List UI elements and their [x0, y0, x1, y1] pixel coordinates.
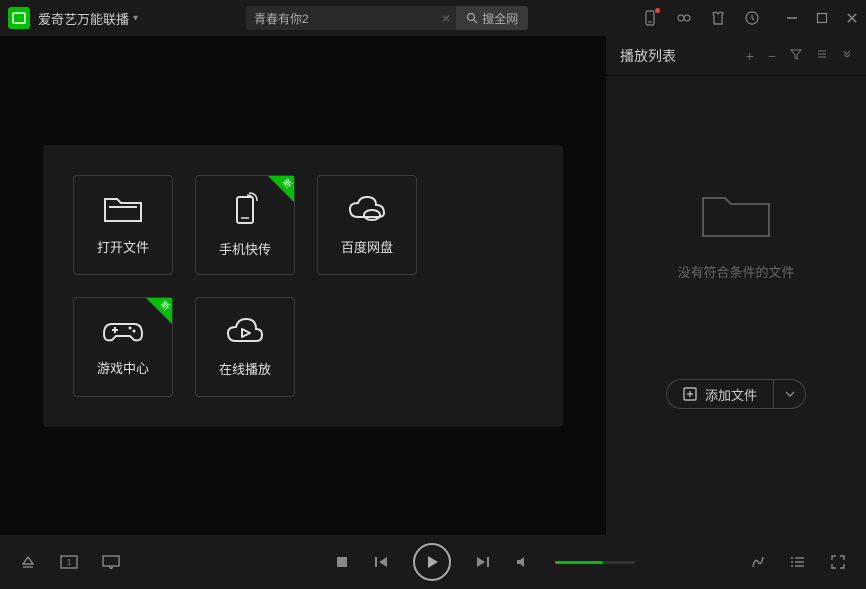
new-badge	[268, 176, 294, 202]
cloud-play-icon	[224, 315, 266, 347]
link-icon[interactable]	[676, 10, 692, 26]
search-input[interactable]	[246, 11, 436, 25]
add-file-button[interactable]: 添加文件	[666, 379, 774, 409]
history-icon[interactable]	[744, 10, 760, 26]
folder-icon	[103, 193, 143, 225]
subtitle-icon[interactable]	[102, 555, 120, 569]
filter-icon[interactable]	[790, 48, 802, 64]
add-file-label: 添加文件	[705, 385, 757, 404]
phone-icon[interactable]	[642, 10, 658, 26]
window-controls	[786, 12, 858, 24]
gamepad-icon	[102, 316, 144, 346]
card-label: 在线播放	[219, 359, 271, 378]
aspect-icon[interactable]: 1	[60, 555, 78, 569]
stop-button[interactable]	[335, 555, 349, 569]
close-button[interactable]	[846, 12, 858, 24]
chevron-down-icon: ▾	[133, 13, 138, 24]
add-icon[interactable]: +	[746, 48, 754, 64]
fullscreen-icon[interactable]	[830, 554, 846, 570]
svg-text:1: 1	[67, 558, 72, 567]
maximize-button[interactable]	[816, 12, 828, 24]
card-label: 游戏中心	[97, 358, 149, 377]
add-file-icon	[683, 387, 697, 401]
shirt-icon[interactable]	[710, 10, 726, 26]
phone-transfer-icon	[227, 191, 263, 227]
card-label: 手机快传	[219, 239, 271, 258]
play-button[interactable]	[413, 543, 451, 581]
search-button-label: 搜全网	[482, 10, 518, 27]
chevron-down-icon	[785, 391, 795, 397]
search-icon	[466, 12, 478, 24]
notification-dot	[655, 8, 660, 13]
titlebar-actions	[642, 10, 760, 26]
sidebar-empty-state: 没有符合条件的文件 添加文件	[606, 76, 866, 535]
add-file-dropdown[interactable]	[774, 379, 806, 409]
eject-icon[interactable]	[20, 554, 36, 570]
main-area: 打开文件 手机快传 百度网盘	[0, 36, 606, 535]
playlist-sidebar: 播放列表 + − 没有符合条件的文件 添加文件	[606, 36, 866, 535]
effects-icon[interactable]	[750, 554, 766, 570]
player-controls: 1	[0, 535, 866, 589]
add-file-control: 添加文件	[666, 379, 806, 409]
remove-icon[interactable]: −	[768, 48, 776, 64]
card-game-center[interactable]: 游戏中心	[73, 297, 173, 397]
cloud-icon	[346, 193, 388, 225]
search-clear-icon[interactable]: ×	[436, 10, 456, 26]
playlist-icon[interactable]	[790, 555, 806, 569]
card-label: 打开文件	[97, 237, 149, 256]
card-baidu-pan[interactable]: 百度网盘	[317, 175, 417, 275]
sidebar-header: 播放列表 + −	[606, 36, 866, 76]
search-container: × 搜全网	[246, 6, 528, 30]
card-panel: 打开文件 手机快传 百度网盘	[43, 145, 563, 427]
minimize-button[interactable]	[786, 12, 798, 24]
sidebar-title: 播放列表	[620, 46, 676, 66]
empty-folder-icon	[697, 186, 775, 244]
search-button[interactable]: 搜全网	[456, 6, 528, 30]
list-icon[interactable]	[816, 48, 828, 64]
card-open-file[interactable]: 打开文件	[73, 175, 173, 275]
titlebar: 爱奇艺万能联播 ▾ × 搜全网	[0, 0, 866, 36]
volume-slider[interactable]	[555, 561, 635, 564]
empty-text: 没有符合条件的文件	[677, 262, 794, 281]
next-button[interactable]	[475, 555, 491, 569]
app-title-text: 爱奇艺万能联播	[38, 9, 129, 28]
card-phone-transfer[interactable]: 手机快传	[195, 175, 295, 275]
card-label: 百度网盘	[341, 237, 393, 256]
volume-icon[interactable]	[515, 555, 531, 569]
app-logo	[8, 7, 30, 29]
collapse-icon[interactable]	[842, 48, 852, 64]
card-online-play[interactable]: 在线播放	[195, 297, 295, 397]
app-title[interactable]: 爱奇艺万能联播 ▾	[38, 9, 138, 28]
new-badge	[146, 298, 172, 324]
prev-button[interactable]	[373, 555, 389, 569]
